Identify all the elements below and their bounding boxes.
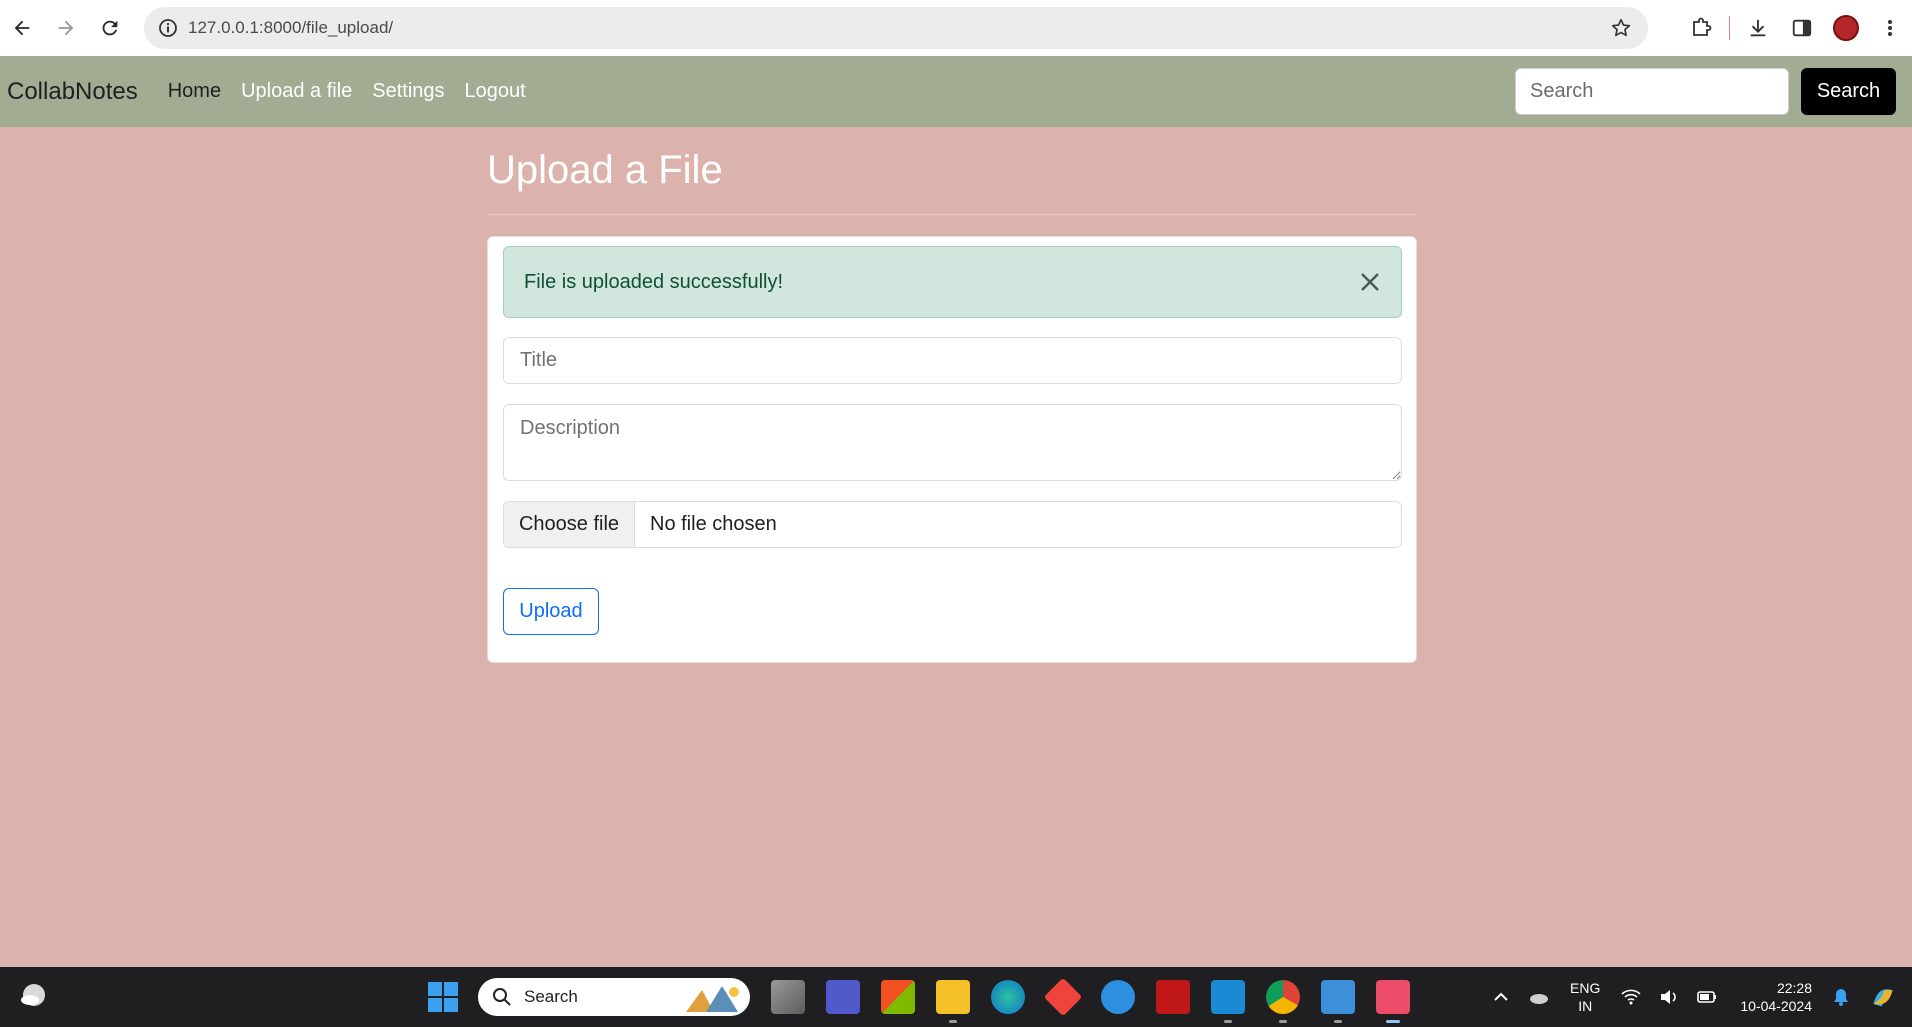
nav-settings[interactable]: Settings [372,80,444,103]
url-text: 127.0.0.1:8000/file_upload/ [188,18,394,37]
bookmark-star-icon[interactable] [1610,17,1632,44]
toolbar-divider [1729,16,1730,40]
nav-logout[interactable]: Logout [465,80,526,103]
anydesk-icon[interactable] [1043,977,1083,1017]
file-name-label: No file chosen [650,513,777,535]
reload-icon[interactable] [88,6,132,50]
upload-button[interactable]: Upload [503,588,599,635]
weather-icon[interactable] [18,982,50,1010]
onedrive-icon[interactable] [1528,986,1550,1008]
title-divider [487,214,1417,215]
navbar: CollabNotes Home Upload a file Settings … [0,56,1912,127]
region-code: IN [1578,998,1593,1014]
system-tray: ENG IN 22:28 10-04-2024 [1482,967,1912,1027]
alert-message: File is uploaded successfully! [524,270,784,293]
description-textarea[interactable] [503,404,1402,481]
help-icon[interactable] [1101,980,1135,1014]
nav-links: Home Upload a file Settings Logout [158,80,536,103]
forward-icon[interactable] [44,6,88,50]
snipping-tool-icon[interactable] [1376,980,1410,1023]
upload-card: File is uploaded successfully! Choose fi… [487,236,1417,663]
taskbar-search-label: Search [524,987,578,1006]
clock[interactable]: 22:28 10-04-2024 [1740,979,1812,1015]
copilot-icon[interactable] [1868,982,1898,1012]
wifi-icon[interactable] [1620,986,1642,1008]
file-input[interactable]: Choose file No file chosen [503,501,1402,548]
start-icon[interactable] [428,982,458,1012]
edge-icon[interactable] [991,980,1025,1014]
download-icon[interactable] [1736,6,1780,50]
battery-icon[interactable] [1696,986,1718,1008]
notification-bell-icon[interactable] [1830,986,1852,1008]
taskbar-search[interactable]: Search [478,978,750,1016]
clock-time: 22:28 [1776,980,1812,996]
close-icon[interactable] [1357,269,1383,295]
site-info-icon[interactable] [148,18,188,38]
taskbar: Search ENG IN 22:28 10-04-2024 [0,967,1912,1027]
vscode-icon[interactable] [1211,980,1245,1023]
side-panel-icon[interactable] [1780,6,1824,50]
nav-search-button[interactable]: Search [1801,68,1896,115]
language-code: ENG [1570,980,1601,996]
chevron-up-icon[interactable] [1490,986,1512,1008]
profile-avatar[interactable] [1824,6,1868,50]
nav-upload[interactable]: Upload a file [241,80,352,103]
choose-file-button[interactable]: Choose file [504,502,635,547]
title-input[interactable] [503,337,1402,384]
extensions-icon[interactable] [1679,6,1723,50]
brand-logo[interactable]: CollabNotes [7,78,138,106]
mcafee-icon[interactable] [1156,980,1190,1014]
teams-icon[interactable] [826,980,860,1014]
volume-icon[interactable] [1658,986,1680,1008]
search-highlight-icon [686,986,739,1012]
nav-search-input[interactable] [1515,68,1789,115]
nav-search-form: Search [1515,68,1896,115]
clock-date: 10-04-2024 [1740,998,1812,1014]
language-indicator[interactable]: ENG IN [1570,979,1600,1015]
file-explorer-icon[interactable] [936,980,970,1023]
notepad-icon[interactable] [1321,980,1355,1023]
browser-menu-icon[interactable] [1868,6,1912,50]
search-icon [493,988,511,1006]
store-icon[interactable] [881,980,915,1014]
chrome-icon[interactable] [1266,980,1300,1023]
page-title: Upload a File [487,148,723,192]
nav-home[interactable]: Home [168,80,221,103]
task-view-icon[interactable] [771,980,805,1014]
success-alert: File is uploaded successfully! [503,246,1402,318]
back-icon[interactable] [0,6,44,50]
browser-toolbar: 127.0.0.1:8000/file_upload/ [0,0,1912,56]
address-bar[interactable]: 127.0.0.1:8000/file_upload/ [144,7,1648,49]
